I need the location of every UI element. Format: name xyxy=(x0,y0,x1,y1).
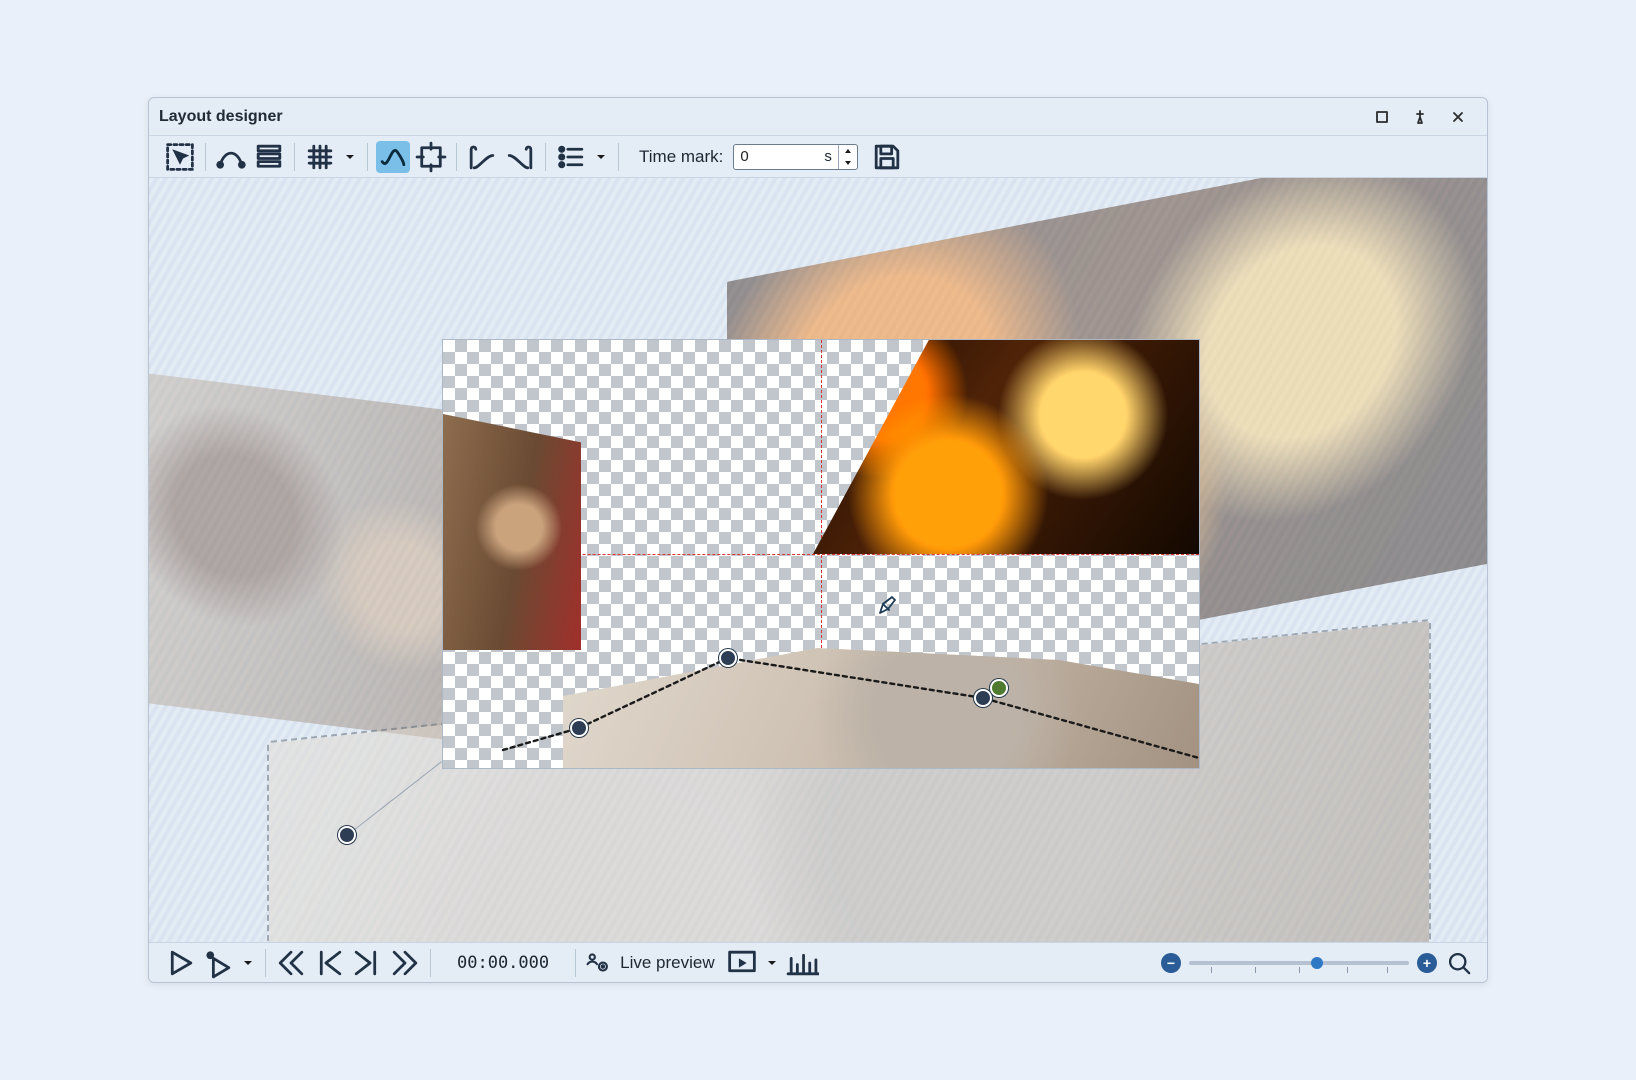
toolbar-separator xyxy=(265,949,266,977)
time-mark-input[interactable]: s xyxy=(733,144,858,170)
path-handle-outer[interactable] xyxy=(340,828,354,842)
path-handle-2[interactable] xyxy=(721,651,735,665)
clip-image-winter[interactable] xyxy=(563,648,1199,768)
play-button[interactable] xyxy=(163,947,197,979)
timecode-display: 00:00.000 xyxy=(457,953,549,973)
toolbar-separator xyxy=(456,143,457,171)
bottom-toolbar: 00:00.000 Live preview − + xyxy=(149,942,1487,982)
time-mark-unit: s xyxy=(824,148,838,165)
play-options-dropdown[interactable] xyxy=(239,958,257,968)
prev-frame-button[interactable] xyxy=(312,947,346,979)
time-mark-step-down[interactable] xyxy=(839,157,857,169)
zoom-fit-button[interactable] xyxy=(1445,947,1473,979)
preview-window-button[interactable] xyxy=(725,947,759,979)
grid-dropdown[interactable] xyxy=(341,152,359,162)
toolbar-separator xyxy=(294,143,295,171)
path-handle-3[interactable] xyxy=(976,691,990,705)
toolbar-separator xyxy=(575,949,576,977)
zoom-thumb[interactable] xyxy=(1311,957,1323,969)
live-preview-icon[interactable] xyxy=(584,947,610,979)
zoom-slider: − + xyxy=(1161,947,1473,979)
save-button[interactable] xyxy=(870,141,904,173)
toolbar-separator xyxy=(367,143,368,171)
zoom-out-button[interactable]: − xyxy=(1161,953,1181,973)
pen-cursor-icon xyxy=(877,594,899,619)
preview-options-dropdown[interactable] xyxy=(763,958,781,968)
layout-designer-window: Layout designer xyxy=(148,97,1488,983)
select-tool-button[interactable] xyxy=(163,141,197,173)
time-mark-step-up[interactable] xyxy=(839,145,857,157)
time-mark-label: Time mark: xyxy=(639,147,723,167)
canvas-viewport[interactable] xyxy=(443,340,1199,768)
design-canvas[interactable] xyxy=(149,178,1487,942)
close-button[interactable] xyxy=(1439,101,1477,133)
list-dropdown[interactable] xyxy=(592,152,610,162)
fast-forward-button[interactable] xyxy=(388,947,422,979)
toolbar-separator xyxy=(618,143,619,171)
path-handle-active[interactable] xyxy=(992,681,1006,695)
clip-image-fire[interactable] xyxy=(813,340,1199,554)
top-toolbar: Time mark: s xyxy=(149,136,1487,178)
stack-tool-button[interactable] xyxy=(252,141,286,173)
clip-image-couple[interactable] xyxy=(443,414,581,650)
curve-left-tool-button[interactable] xyxy=(465,141,499,173)
toolbar-separator xyxy=(205,143,206,171)
freehand-tool-button[interactable] xyxy=(376,141,410,173)
time-mark-value-field[interactable] xyxy=(734,148,824,165)
live-preview-label: Live preview xyxy=(620,953,715,973)
bezier-tool-button[interactable] xyxy=(214,141,248,173)
pin-button[interactable] xyxy=(1401,101,1439,133)
crop-tool-button[interactable] xyxy=(414,141,448,173)
grid-tool-button[interactable] xyxy=(303,141,337,173)
toolbar-separator xyxy=(545,143,546,171)
window-title: Layout designer xyxy=(159,108,283,126)
rewind-button[interactable] xyxy=(274,947,308,979)
zoom-in-button[interactable]: + xyxy=(1417,953,1437,973)
maximize-button[interactable] xyxy=(1363,101,1401,133)
next-frame-button[interactable] xyxy=(350,947,384,979)
ruler-toggle-button[interactable] xyxy=(785,947,819,979)
zoom-track[interactable] xyxy=(1189,961,1409,965)
toolbar-separator xyxy=(430,949,431,977)
title-bar: Layout designer xyxy=(149,98,1487,136)
play-from-cursor-button[interactable] xyxy=(201,947,235,979)
curve-right-tool-button[interactable] xyxy=(503,141,537,173)
list-tool-button[interactable] xyxy=(554,141,588,173)
path-handle-1[interactable] xyxy=(572,721,586,735)
